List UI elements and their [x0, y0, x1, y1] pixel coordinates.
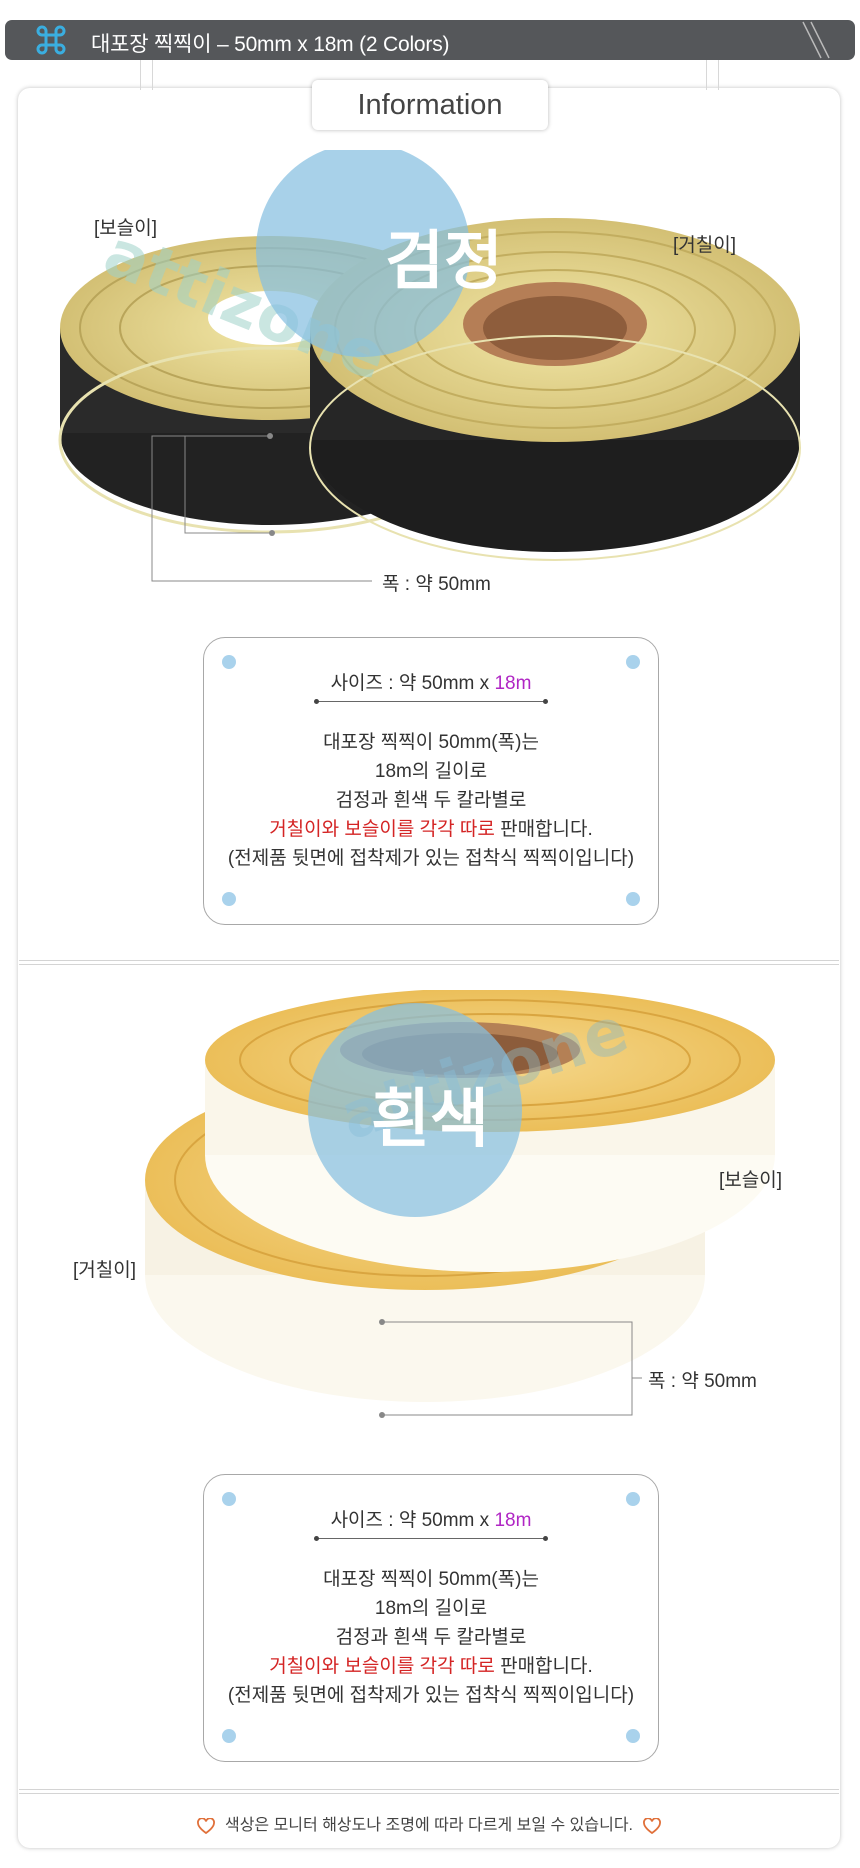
description-line: 18m의 길이로	[374, 761, 488, 782]
size-prefix: 사이즈 : 약 50mm x	[330, 1510, 495, 1531]
loop-label: [보슬이]	[94, 218, 157, 239]
description-line: 거칠이와 보슬이를 각각 따로 판매합니다.	[204, 1652, 658, 1681]
corner-dot	[626, 892, 640, 906]
description-line: 대포장 찍찍이 50mm(폭)는	[323, 1569, 539, 1590]
section-divider	[19, 1789, 839, 1790]
corner-dot	[222, 655, 236, 669]
description: 대포장 찍찍이 50mm(폭)는 18m의 길이로 검정과 흰색 두 칼라별로 …	[204, 728, 658, 873]
corner-dot	[222, 1492, 236, 1506]
section-divider	[19, 1793, 839, 1794]
description-line: 검정과 흰색 두 칼라별로	[335, 790, 527, 811]
description-line: (전제품 뒷면에 접착제가 있는 접착식 찍찍이입니다)	[227, 1685, 635, 1706]
heart-icon	[643, 1817, 661, 1834]
description: 대포장 찍찍이 50mm(폭)는 18m의 길이로 검정과 흰색 두 칼라별로 …	[204, 1565, 658, 1710]
size-line: 사이즈 : 약 50mm x 18m	[204, 1505, 658, 1532]
page-title: 대포장 찍찍이 – 50mm x 18m (2 Colors)	[91, 33, 450, 56]
highlight-text: 거칠이와 보슬이를 각각 따로	[269, 1656, 495, 1677]
white-velcro-photo: attizone	[145, 990, 775, 1418]
connector-line	[706, 60, 707, 90]
heart-icon	[197, 1817, 215, 1834]
width-label: 폭 : 약 50mm	[382, 574, 491, 595]
connector-line	[140, 60, 141, 90]
highlight-text: 거칠이와 보슬이를 각각 따로	[269, 819, 495, 840]
size-prefix: 사이즈 : 약 50mm x	[330, 673, 495, 694]
description-text: 판매합니다.	[494, 1656, 593, 1677]
corner-dot	[626, 655, 640, 669]
slash-decoration	[802, 21, 830, 59]
divider-rule	[314, 699, 548, 704]
size-length: 18m	[494, 673, 532, 694]
description-line: 18m의 길이로	[374, 1598, 488, 1619]
footer-text: 색상은 모니터 해상도나 조명에 따라 다르게 보일 수 있습니다.	[224, 1817, 633, 1834]
loop-label: [보슬이]	[719, 1170, 782, 1191]
color-badge-black: 검정	[385, 225, 503, 297]
description-line: (전제품 뒷면에 접착제가 있는 접착식 찍찍이입니다)	[227, 848, 635, 869]
info-box: 사이즈 : 약 50mm x 18m 대포장 찍찍이 50mm(폭)는 18m의…	[203, 1474, 659, 1762]
section-divider	[19, 964, 839, 965]
hook-label: [거칠이]	[73, 1260, 136, 1281]
corner-dot	[626, 1492, 640, 1506]
divider-rule	[314, 1536, 548, 1541]
color-badge-white: 흰색	[371, 1083, 489, 1155]
header-bar: 대포장 찍찍이 – 50mm x 18m (2 Colors)	[5, 20, 855, 60]
info-box: 사이즈 : 약 50mm x 18m 대포장 찍찍이 50mm(폭)는 18m의…	[203, 637, 659, 925]
size-line: 사이즈 : 약 50mm x 18m	[204, 668, 658, 695]
corner-dot	[626, 1729, 640, 1743]
description-line: 거칠이와 보슬이를 각각 따로 판매합니다.	[204, 815, 658, 844]
corner-dot	[222, 1729, 236, 1743]
width-label: 폭 : 약 50mm	[648, 1371, 757, 1392]
description-line: 검정과 흰색 두 칼라별로	[335, 1627, 527, 1648]
information-tab: Information	[312, 80, 548, 130]
connector-line	[718, 60, 719, 90]
section-divider	[19, 960, 839, 961]
command-icon	[36, 25, 66, 55]
connector-line	[152, 60, 153, 90]
footer-note: 색상은 모니터 해상도나 조명에 따라 다르게 보일 수 있습니다.	[18, 1811, 840, 1835]
size-length: 18m	[494, 1510, 532, 1531]
description-line: 대포장 찍찍이 50mm(폭)는	[323, 732, 539, 753]
corner-dot	[222, 892, 236, 906]
hook-label: [거칠이]	[673, 235, 736, 256]
description-text: 판매합니다.	[494, 819, 593, 840]
